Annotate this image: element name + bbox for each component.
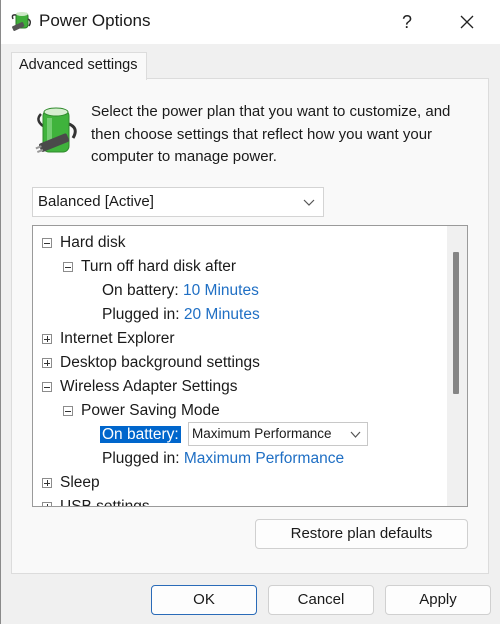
collapse-icon[interactable] [42,238,52,248]
collapse-icon[interactable] [42,382,52,392]
tree-item-label: Turn off hard disk after [81,258,237,275]
power-options-icon [11,12,32,31]
chevron-down-icon [350,431,361,438]
tree-item-power-saving-mode[interactable]: Power Saving Mode [63,399,220,423]
apply-button[interactable]: Apply [385,585,491,615]
tree-item-label: Internet Explorer [60,330,175,347]
collapse-icon[interactable] [63,406,73,416]
setting-label: Plugged in: [102,306,180,323]
setting-label-selected: On battery: [100,426,181,443]
expand-icon[interactable] [42,334,52,344]
tree-item-label: Desktop background settings [60,354,260,371]
close-button[interactable] [449,4,485,40]
settings-tree[interactable]: Hard disk Turn off hard disk after On ba… [32,225,468,507]
tree-item-hdd-on-battery[interactable]: On battery: 10 Minutes [102,279,259,303]
tree-item-wireless-adapter[interactable]: Wireless Adapter Settings [42,375,237,399]
expand-icon[interactable] [42,478,52,488]
collapse-icon[interactable] [63,262,73,272]
window-title: Power Options [39,11,151,30]
chevron-down-icon [303,199,315,206]
tree-item-label: Wireless Adapter Settings [60,378,238,395]
tab-advanced-settings[interactable]: Advanced settings [11,52,147,80]
close-icon [460,15,474,29]
help-button[interactable]: ? [389,4,425,40]
tree-item-wifi-on-battery[interactable]: On battery: Maximum Performance [100,422,380,447]
battery-plug-icon [35,107,77,154]
tree-item-internet-explorer[interactable]: Internet Explorer [42,327,175,351]
setting-label: Plugged in: [102,450,180,467]
tree-item-label: Power Saving Mode [81,402,220,419]
tree-scrollbar[interactable] [447,226,467,506]
setting-label: On battery: [102,282,179,299]
power-plan-value: Balanced [Active] [38,193,154,210]
tree-item-desktop-background[interactable]: Desktop background settings [42,351,260,375]
ok-button[interactable]: OK [151,585,257,615]
power-plan-select[interactable]: Balanced [Active] [32,187,324,217]
expand-icon[interactable] [42,502,52,506]
tree-item-label: USB settings [60,498,150,507]
tree-item-hdd-plugged-in[interactable]: Plugged in: 20 Minutes [102,303,260,327]
tree-item-wifi-plugged-in[interactable]: Plugged in: Maximum Performance [102,447,344,471]
setting-value[interactable]: Maximum Performance [184,450,344,467]
tree-item-usb-settings[interactable]: USB settings [42,495,150,507]
tree-item-hard-disk[interactable]: Hard disk [42,231,125,255]
tree-item-label: Sleep [60,474,100,491]
scrollbar-thumb[interactable] [453,252,459,394]
power-options-dialog: Power Options ? Advanced settings Select… [0,0,500,624]
tree-item-turn-off-hard-disk[interactable]: Turn off hard disk after [63,255,236,279]
expand-icon[interactable] [42,358,52,368]
description-text: Select the power plan that you want to c… [91,103,451,165]
tree-item-sleep[interactable]: Sleep [42,471,100,495]
on-battery-value-select[interactable]: Maximum Performance [188,422,368,446]
cancel-button[interactable]: Cancel [268,585,374,615]
setting-value[interactable]: 20 Minutes [184,306,260,323]
setting-value: Maximum Performance [192,426,332,441]
restore-plan-defaults-button[interactable]: Restore plan defaults [255,519,468,549]
title-bar: Power Options ? [1,0,500,44]
setting-value[interactable]: 10 Minutes [183,282,259,299]
tree-item-label: Hard disk [60,234,126,251]
